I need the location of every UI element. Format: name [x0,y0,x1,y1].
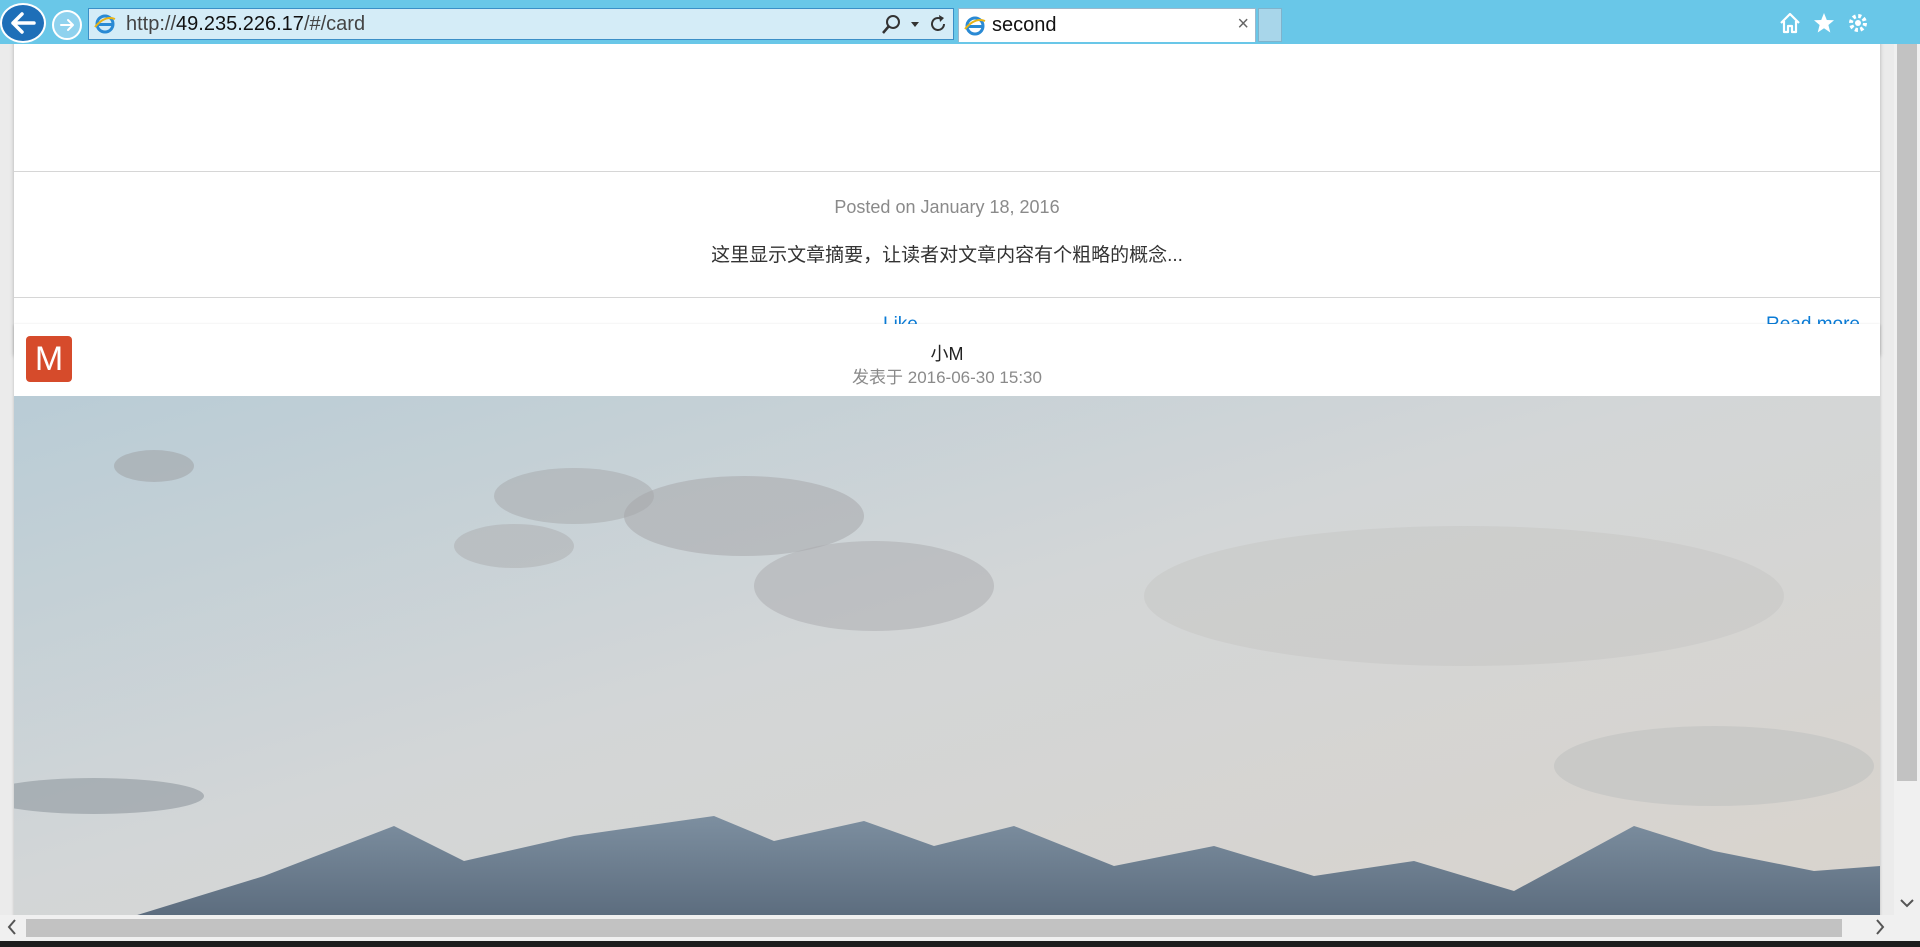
favorites-star-icon[interactable] [1812,11,1836,35]
browser-toolbar: http://49.235.226.17/#/card second × [0,0,1920,44]
scroll-right-arrow-icon[interactable] [1874,918,1886,936]
taskbar-edge [0,941,1920,947]
post-summary: 这里显示文章摘要，让读者对文章内容有个粗略的概念... [711,245,1183,266]
page-viewport: Posted on January 18, 2016 这里显示文章摘要，让读者对… [0,44,1894,915]
horizontal-scrollbar[interactable] [0,915,1894,941]
vertical-scrollbar[interactable] [1894,44,1920,915]
scrollbar-corner [1894,915,1920,941]
ie-logo-icon [962,13,988,39]
card-content: Posted on January 18, 2016 这里显示文章摘要，让读者对… [14,172,1880,298]
photo-card: M 小M 发表于 2016-06-30 15:30 [14,324,1880,915]
dropdown-icon[interactable] [909,18,921,30]
scroll-left-arrow-icon[interactable] [6,918,18,936]
card-header: M 小M 发表于 2016-06-30 15:30 [14,324,1880,396]
search-icon[interactable] [881,13,903,35]
horizontal-scroll-thumb[interactable] [26,919,1842,937]
ie-logo-icon [92,11,118,37]
refresh-icon[interactable] [927,13,949,35]
tab-close-button[interactable]: × [1237,13,1249,36]
tab-title: second [992,14,1057,36]
forward-arrow-icon [60,19,74,31]
url-text[interactable]: http://49.235.226.17/#/card [126,13,365,36]
url-host: 49.235.226.17 [176,12,304,35]
url-scheme: http:// [126,12,177,35]
address-bar[interactable]: http://49.235.226.17/#/card [88,8,954,40]
landscape-photo [14,396,1880,915]
settings-gear-icon[interactable] [1846,11,1870,35]
url-path: /#/card [303,12,366,35]
new-tab-button[interactable] [1258,8,1282,42]
vertical-scroll-thumb[interactable] [1897,44,1917,781]
browser-tab[interactable]: second × [958,8,1256,42]
post-card: Posted on January 18, 2016 这里显示文章摘要，让读者对… [14,44,1880,354]
forward-button[interactable] [52,10,82,40]
scroll-down-arrow-icon[interactable] [1899,897,1915,909]
back-arrow-icon [11,12,36,34]
card-media-area [14,44,1880,172]
back-button[interactable] [0,3,46,43]
post-timestamp: 发表于 2016-06-30 15:30 [852,368,1042,387]
home-icon[interactable] [1778,11,1802,35]
post-date: Posted on January 18, 2016 [834,197,1060,217]
